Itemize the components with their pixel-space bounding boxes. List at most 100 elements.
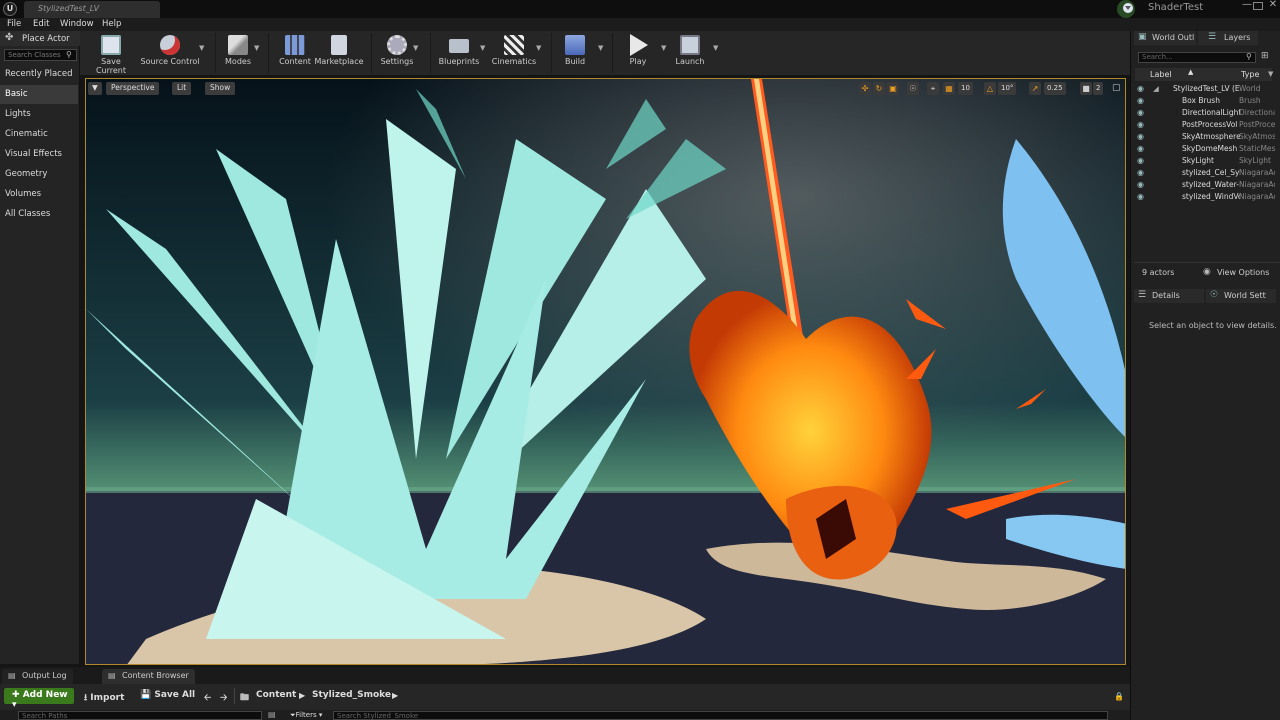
rotation-snap-value[interactable]: 10° (998, 82, 1017, 95)
tab-output-log[interactable]: ▤ Output Log (2, 669, 73, 684)
outliner-search-input[interactable]: Search... (1138, 52, 1256, 63)
category-all-classes[interactable]: All Classes (0, 205, 78, 224)
source-control-button[interactable]: Source Control (140, 31, 200, 75)
chevron-down-icon[interactable]: ▼ (536, 44, 541, 52)
visibility-eye-icon[interactable]: ◉ (1137, 132, 1144, 141)
outliner-row[interactable]: ◉ PostProcessVol PostProce (1135, 119, 1275, 131)
save-all-button[interactable]: 💾 Save All (140, 690, 195, 700)
filters-button[interactable]: ⏷Filters ▾ (290, 711, 322, 720)
outliner-row[interactable]: ◉ SkyLight SkyLight (1135, 155, 1275, 167)
rotate-icon[interactable]: ↻ (873, 82, 885, 95)
menu-help[interactable]: Help (102, 19, 121, 29)
unreal-logo-icon[interactable]: U (3, 2, 17, 16)
level-tab[interactable]: StylizedTest_LV (24, 1, 160, 18)
view-options-button[interactable]: View Options (1217, 268, 1269, 277)
outliner-row[interactable]: ◉ stylized_Cel_Sys NiagaraAc (1135, 167, 1275, 179)
visibility-eye-icon[interactable]: ◉ (1137, 96, 1144, 105)
scale-snap-value[interactable]: 0.25 (1044, 82, 1066, 95)
breadcrumb-stylized-smoke[interactable]: Stylized_Smoke (312, 690, 391, 700)
modes-button[interactable]: Modes (218, 31, 258, 75)
menu-edit[interactable]: Edit (33, 19, 49, 29)
visibility-eye-icon[interactable]: ◉ (1137, 84, 1144, 93)
add-new-button[interactable]: ✚ Add New ▾ (4, 688, 74, 710)
path-view-options-icon[interactable]: ▤ (268, 710, 276, 719)
search-assets-input[interactable]: Search Stylized_Smoke (333, 711, 1108, 720)
grid-snap-value[interactable]: 10 (958, 82, 973, 95)
chevron-down-icon[interactable]: ▼ (480, 44, 485, 52)
menu-window[interactable]: Window (60, 19, 94, 29)
marketplace-button[interactable]: Marketplace (314, 31, 364, 75)
place-actors-title[interactable]: Place Actor (22, 34, 70, 44)
chevron-down-icon[interactable]: ▼ (661, 44, 666, 52)
content-button[interactable]: Content (274, 31, 316, 75)
viewport-options-icon[interactable]: ▼ (88, 82, 102, 95)
chevron-down-icon[interactable]: ▼ (1268, 70, 1273, 78)
outliner-row[interactable]: ◉ stylized_WindVo NiagaraAc (1135, 191, 1275, 203)
menu-file[interactable]: File (7, 19, 21, 29)
camera-speed-icon[interactable]: ■ (1080, 82, 1092, 95)
forward-arrow-icon[interactable]: 🡢 (220, 690, 227, 706)
category-lights[interactable]: Lights (0, 105, 78, 124)
tab-content-browser[interactable]: ▤ Content Browser (102, 669, 195, 684)
category-cinematic[interactable]: Cinematic (0, 125, 78, 144)
import-button[interactable]: ⭳ Import (84, 690, 124, 706)
outliner-row[interactable]: ◉ Box Brush Brush (1135, 95, 1275, 107)
translate-icon[interactable]: ✣ (859, 82, 871, 95)
outliner-row[interactable]: ◉ SkyAtmosphere SkyAtmos (1135, 131, 1275, 143)
add-filter-icon[interactable]: ⊞ (1261, 51, 1269, 61)
rotation-snap-icon[interactable]: △ (984, 82, 996, 95)
minimize-icon[interactable]: — (1240, 0, 1254, 12)
viewport-scene[interactable] (86, 79, 1126, 665)
visibility-eye-icon[interactable]: ◉ (1137, 156, 1144, 165)
visibility-eye-icon[interactable]: ◉ (1137, 192, 1144, 201)
category-basic[interactable]: Basic (0, 85, 78, 104)
build-button[interactable]: Build (556, 31, 594, 75)
blueprints-button[interactable]: Blueprints (436, 31, 482, 75)
search-icon[interactable]: ⚲ (66, 50, 72, 59)
perspective-button[interactable]: Perspective (106, 82, 160, 95)
chevron-down-icon[interactable]: ▼ (413, 44, 418, 52)
surface-snap-icon[interactable]: ⌖ (927, 82, 939, 95)
scale-icon[interactable]: ▣ (887, 82, 899, 95)
search-paths-input[interactable]: Search Paths (18, 711, 262, 720)
lit-button[interactable]: Lit (172, 82, 192, 95)
settings-button[interactable]: Settings (376, 31, 418, 75)
category-recently-placed[interactable]: Recently Placed (0, 65, 78, 84)
visibility-eye-icon[interactable]: ◉ (1137, 120, 1144, 129)
chevron-down-icon[interactable]: ▼ (713, 44, 718, 52)
play-button[interactable]: Play (618, 31, 658, 75)
visibility-eye-icon[interactable]: ◉ (1137, 144, 1144, 153)
tab-layers[interactable]: Layers (1198, 31, 1258, 45)
category-volumes[interactable]: Volumes (0, 185, 78, 204)
camera-speed-value[interactable]: 2 (1093, 82, 1104, 95)
category-geometry[interactable]: Geometry (0, 165, 78, 184)
show-button[interactable]: Show (205, 82, 236, 95)
column-type[interactable]: Type (1241, 70, 1259, 79)
outliner-row[interactable]: ◉ DirectionalLight Directiona (1135, 107, 1275, 119)
lock-icon[interactable]: 🔒 (1114, 692, 1124, 701)
chevron-down-icon[interactable]: ▼ (254, 44, 259, 52)
chevron-down-icon[interactable]: ▼ (598, 44, 603, 52)
launch-button[interactable]: Launch (670, 31, 710, 75)
scale-snap-icon[interactable]: ↗ (1029, 82, 1041, 95)
outliner-row[interactable]: ◉ SkyDomeMesh StaticMes (1135, 143, 1275, 155)
search-icon[interactable]: ⚲ (1246, 52, 1252, 61)
cinematics-button[interactable]: Cinematics (490, 31, 538, 75)
visibility-eye-icon[interactable]: ◉ (1137, 168, 1144, 177)
visibility-eye-icon[interactable]: ◉ (1137, 180, 1144, 189)
world-icon[interactable]: ☉ (907, 82, 919, 95)
chevron-down-icon[interactable]: ▼ (199, 44, 204, 52)
save-current-button[interactable]: Save Current (86, 31, 136, 75)
category-visual-effects[interactable]: Visual Effects (0, 145, 78, 164)
expand-arrow-icon[interactable]: ◢ (1153, 84, 1165, 93)
grid-snap-icon[interactable]: ▦ (943, 82, 955, 95)
maximize-icon[interactable] (1253, 2, 1263, 10)
level-viewport[interactable] (85, 78, 1126, 665)
column-label[interactable]: Label (1150, 70, 1172, 79)
outliner-row[interactable]: ◉ stylized_Water- NiagaraAc (1135, 179, 1275, 191)
maximize-viewport-icon[interactable]: ▢ (1112, 83, 1121, 93)
breadcrumb-content[interactable]: Content (256, 690, 296, 700)
visibility-eye-icon[interactable]: ◉ (1137, 108, 1144, 117)
close-icon[interactable]: ✕ (1266, 0, 1280, 12)
back-arrow-icon[interactable]: 🡠 (204, 690, 211, 706)
